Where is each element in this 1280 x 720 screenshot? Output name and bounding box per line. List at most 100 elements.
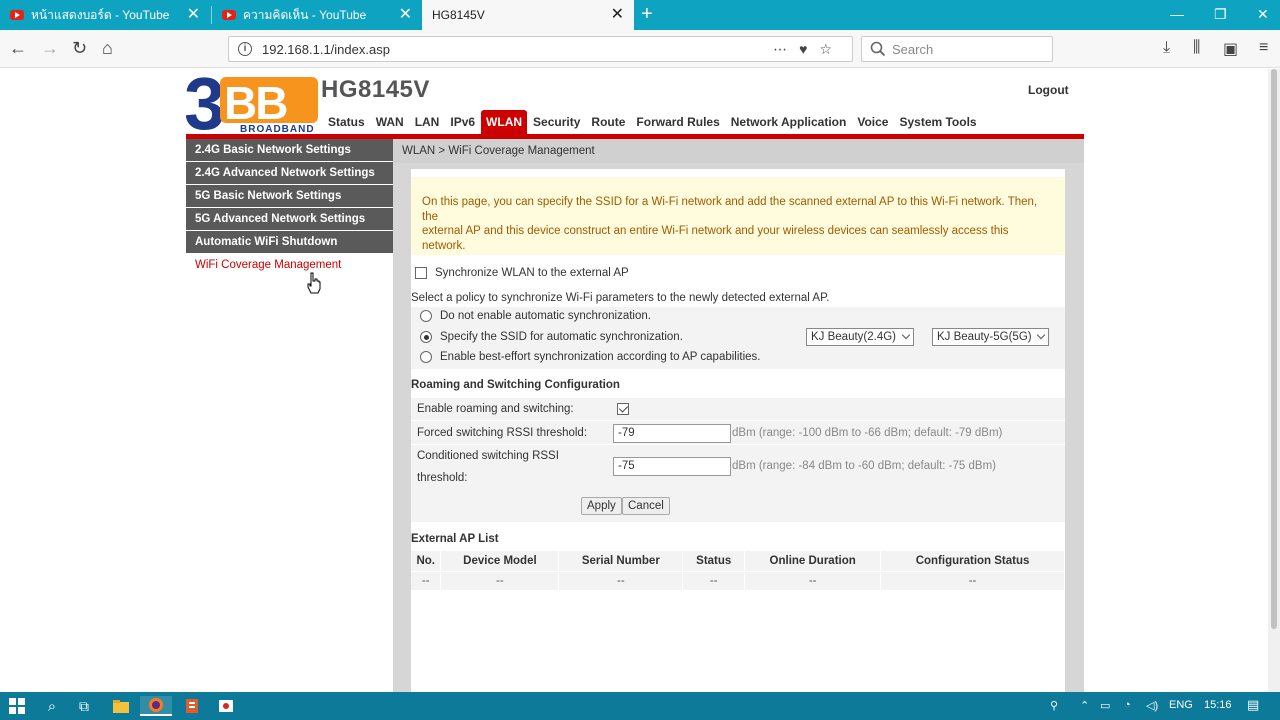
- clock[interactable]: 15:16: [1204, 699, 1232, 711]
- menu-security[interactable]: Security: [528, 110, 585, 134]
- col-online-duration: Online Duration: [744, 551, 882, 571]
- logout-link[interactable]: Logout: [1028, 83, 1069, 97]
- cell-device-model: --: [440, 570, 560, 590]
- recorder-taskbar-icon[interactable]: [216, 696, 236, 716]
- sidebar-item-24g-basic[interactable]: 2.4G Basic Network Settings: [186, 139, 393, 162]
- menu-system-tools[interactable]: System Tools: [894, 110, 981, 134]
- main-content: WLAN > WiFi Coverage Management On this …: [393, 139, 1084, 692]
- downloads-icon[interactable]: ⤓: [1163, 39, 1170, 57]
- search-input[interactable]: Search: [861, 36, 1053, 62]
- window-close-icon[interactable]: ✕: [1257, 6, 1269, 23]
- sidebar-toggle-icon[interactable]: ▣: [1223, 39, 1238, 59]
- ssid-5g-select[interactable]: KJ Beauty-5G(5G): [932, 328, 1049, 346]
- cancel-button[interactable]: Cancel: [622, 497, 670, 515]
- menu-network-application[interactable]: Network Application: [726, 110, 852, 134]
- url-bar[interactable]: i 192.168.1.1/index.asp ⋯♥☆: [228, 36, 853, 62]
- chevron-down-icon: [1036, 330, 1046, 340]
- policy-radio-ssid[interactable]: [420, 331, 432, 343]
- sidebar-item-5g-basic[interactable]: 5G Basic Network Settings: [186, 185, 393, 208]
- browser-tab-2[interactable]: ความคิดเห็น - YouTube ✕: [212, 0, 422, 30]
- roaming-section-title: Roaming and Switching Configuration: [411, 379, 620, 391]
- conditioned-rssi-row: Conditioned switching RSSI threshold: -7…: [411, 444, 1065, 490]
- firefox-taskbar-icon[interactable]: [140, 696, 172, 716]
- policy-option-disable-label: Do not enable automatic synchronization.: [440, 310, 651, 322]
- new-tab-plus-icon[interactable]: +: [641, 4, 653, 24]
- sync-wlan-checkbox[interactable]: [415, 267, 427, 279]
- apply-button[interactable]: Apply: [581, 497, 622, 515]
- menu-status[interactable]: Status: [323, 110, 370, 134]
- cell-serial-number: --: [558, 570, 684, 590]
- restore-icon[interactable]: ❐: [1214, 6, 1227, 23]
- breadcrumb: WLAN > WiFi Coverage Management: [393, 139, 1084, 163]
- scrollbar-thumb[interactable]: [1271, 69, 1277, 629]
- sidebar-item-wifi-coverage[interactable]: WiFi Coverage Management: [186, 254, 393, 277]
- conditioned-rssi-input[interactable]: -75: [613, 457, 731, 476]
- col-configuration-status: Configuration Status: [880, 551, 1065, 571]
- search-icon: [870, 41, 886, 57]
- file-explorer-icon[interactable]: [110, 696, 132, 716]
- table-header-row: No. Device Model Serial Number Status On…: [411, 551, 1065, 571]
- menu-wlan[interactable]: WLAN: [481, 110, 528, 134]
- language-indicator[interactable]: ENG: [1169, 699, 1193, 711]
- minimize-icon[interactable]: —: [1170, 6, 1184, 22]
- close-icon[interactable]: ✕: [399, 7, 412, 23]
- menu-hamburger-icon[interactable]: ≡: [1259, 39, 1268, 57]
- menu-ipv6[interactable]: IPv6: [445, 110, 480, 134]
- url-text[interactable]: 192.168.1.1/index.asp: [262, 42, 773, 57]
- cell-configuration-status: --: [880, 570, 1065, 590]
- col-status: Status: [682, 551, 746, 571]
- col-device-model: Device Model: [440, 551, 560, 571]
- forward-arrow-icon[interactable]: →: [41, 38, 59, 58]
- network-icon[interactable]: ◔: [1124, 699, 1131, 711]
- reload-icon[interactable]: ↻: [72, 38, 87, 58]
- tray-expand-icon[interactable]: ⌃: [1080, 699, 1089, 712]
- browser-tab-3-active[interactable]: HG8145V ✕: [422, 0, 634, 30]
- volume-icon[interactable]: ◁): [1146, 699, 1158, 712]
- policy-title-text: Select a policy to synchronize Wi-Fi par…: [411, 292, 830, 304]
- policy-option-best-effort[interactable]: Enable best-effort synchronization accor…: [420, 351, 761, 363]
- home-icon[interactable]: ⌂: [102, 38, 113, 58]
- windows-start-icon[interactable]: [6, 696, 28, 716]
- roaming-checkbox[interactable]: [617, 403, 629, 415]
- policy-option-ssid-label: Specify the SSID for automatic synchroni…: [440, 331, 683, 343]
- notice-line-1: On this page, you can specify the SSID f…: [422, 196, 1038, 223]
- ssid-24g-select[interactable]: KJ Beauty(2.4G): [806, 328, 914, 346]
- search-icon[interactable]: ⌕: [42, 696, 62, 716]
- policy-option-ssid[interactable]: Specify the SSID for automatic synchroni…: [420, 331, 683, 343]
- menu-wan[interactable]: WAN: [371, 110, 409, 134]
- browser-tab-3-title: HG8145V: [432, 8, 485, 22]
- browser-tab-1[interactable]: หน้าแสดงบอร์ด - YouTube ✕: [0, 0, 210, 30]
- sidebar-item-5g-advanced[interactable]: 5G Advanced Network Settings: [186, 208, 393, 231]
- close-icon[interactable]: ✕: [187, 7, 200, 23]
- roaming-row: Enable roaming and switching:: [411, 398, 1065, 420]
- app-taskbar-icon[interactable]: [182, 696, 202, 716]
- battery-icon[interactable]: ▭: [1100, 699, 1110, 712]
- policy-radio-disable[interactable]: [420, 310, 432, 322]
- library-icon[interactable]: ⫼: [1193, 39, 1200, 57]
- notifications-icon[interactable]: ▤: [1247, 697, 1259, 713]
- back-arrow-icon[interactable]: ←: [9, 38, 27, 58]
- sidebar-item-wifi-shutdown[interactable]: Automatic WiFi Shutdown: [186, 231, 393, 254]
- menu-voice[interactable]: Voice: [852, 110, 893, 134]
- notice-line-3: network.: [422, 239, 466, 252]
- forced-rssi-input[interactable]: -79: [613, 424, 731, 443]
- site-info-icon[interactable]: i: [238, 42, 252, 56]
- close-icon[interactable]: ✕: [611, 7, 624, 23]
- policy-radio-best-effort[interactable]: [420, 351, 432, 363]
- people-icon[interactable]: ⚲: [1050, 699, 1058, 712]
- policy-option-disable[interactable]: Do not enable automatic synchronization.: [420, 310, 651, 322]
- menu-forward-rules[interactable]: Forward Rules: [631, 110, 724, 134]
- menu-lan[interactable]: LAN: [410, 110, 445, 134]
- menu-route[interactable]: Route: [586, 110, 630, 134]
- windows-taskbar: ⌕ ⧉ ⚲ ⌃ ▭ ◔ ◁) ENG 15:16 ▤: [0, 692, 1280, 720]
- table-row: -- -- -- -- -- --: [411, 570, 1065, 590]
- page-actions-icons[interactable]: ⋯♥☆: [773, 41, 844, 58]
- coverage-panel: On this page, you can specify the SSID f…: [411, 169, 1065, 692]
- vertical-scrollbar[interactable]: [1268, 69, 1280, 692]
- youtube-icon: [222, 10, 236, 20]
- router-model-title: HG8145V: [321, 76, 430, 103]
- task-view-icon[interactable]: ⧉: [74, 696, 94, 716]
- sidebar-item-24g-advanced[interactable]: 2.4G Advanced Network Settings: [186, 162, 393, 185]
- page-viewport: 3 BB BROADBAND HG8145V Logout Status WAN…: [0, 69, 1268, 692]
- browser-nav-bar: ← → ↻ ⌂ i 192.168.1.1/index.asp ⋯♥☆ Sear…: [0, 30, 1280, 68]
